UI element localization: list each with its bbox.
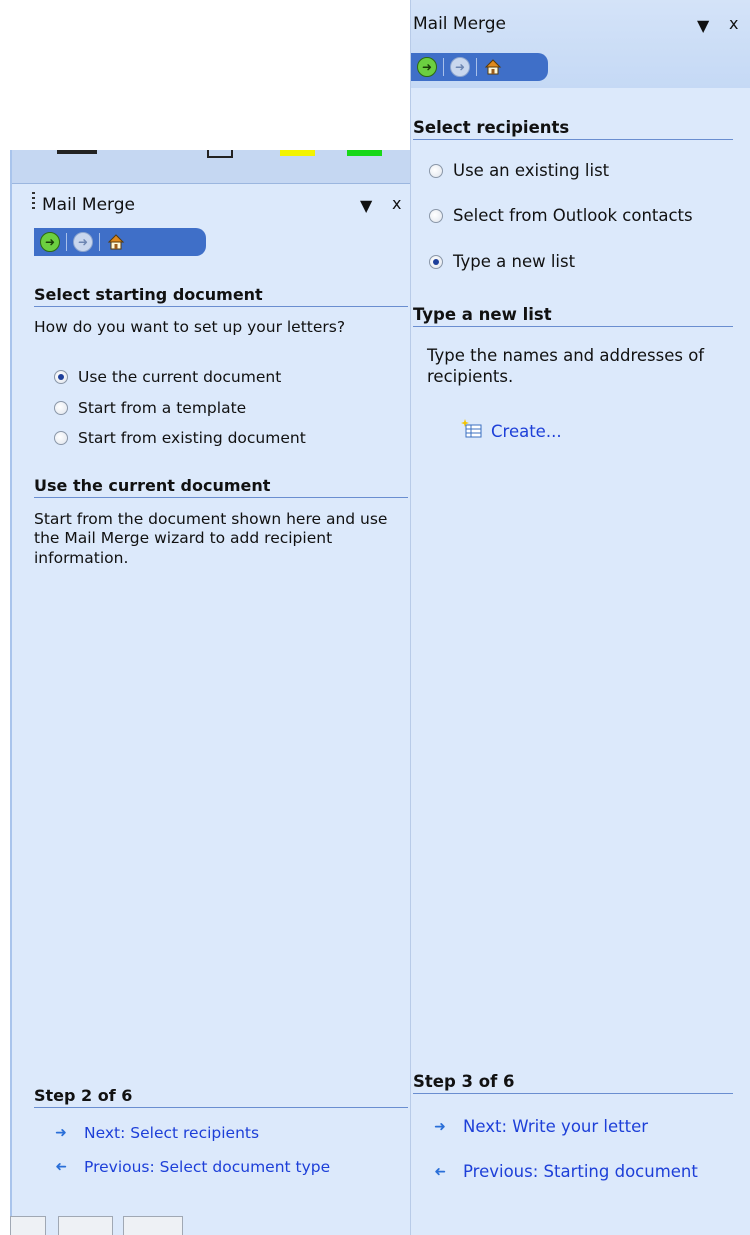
- option-label: Select from Outlook contacts: [453, 206, 693, 225]
- pane-dropdown-icon[interactable]: ▼: [360, 196, 372, 215]
- navigation-bar: ➜ ➜: [411, 53, 548, 81]
- left-arrow-icon: ➜: [55, 1159, 67, 1175]
- step-indicator: Step 3 of 6: [413, 1072, 733, 1094]
- option-start-from-existing[interactable]: Start from existing document: [54, 429, 306, 447]
- close-icon[interactable]: x: [729, 14, 738, 33]
- font-color-swatch[interactable]: [347, 150, 382, 156]
- forward-arrow-icon[interactable]: ➜: [73, 232, 93, 252]
- step-indicator: Step 2 of 6: [34, 1086, 408, 1108]
- highlight-color-swatch[interactable]: [280, 150, 315, 156]
- separator: [99, 233, 100, 251]
- link-label[interactable]: Create...: [491, 422, 562, 441]
- pane-grip-handle[interactable]: [32, 192, 35, 210]
- option-outlook-contacts[interactable]: Select from Outlook contacts: [429, 206, 693, 225]
- navigation-bar: ➜ ➜: [34, 228, 206, 256]
- pane-title: Mail Merge: [413, 14, 507, 34]
- back-arrow-icon[interactable]: ➜: [40, 232, 60, 252]
- pane-title: Mail Merge: [42, 195, 136, 215]
- separator: [443, 58, 444, 76]
- radio-button[interactable]: [54, 401, 68, 415]
- separator: [476, 58, 477, 76]
- radio-button[interactable]: [429, 163, 443, 178]
- left-task-pane: Mail Merge ▼ x ➜ ➜ Select starting docum…: [10, 150, 412, 1235]
- section-heading: Select starting document: [34, 285, 408, 307]
- close-icon[interactable]: x: [392, 194, 401, 213]
- previous-step-link[interactable]: ➜ Previous: Starting document: [431, 1162, 698, 1181]
- link-label[interactable]: Previous: Select document type: [84, 1158, 330, 1176]
- section-description: Start from the document shown here and u…: [34, 510, 388, 567]
- status-bar-segment: [58, 1216, 113, 1235]
- link-label[interactable]: Previous: Starting document: [463, 1162, 698, 1181]
- previous-step-link[interactable]: ➜ Previous: Select document type: [52, 1158, 330, 1176]
- right-arrow-icon: ➜: [434, 1118, 446, 1135]
- option-label: Start from existing document: [78, 429, 306, 447]
- link-label[interactable]: Next: Write your letter: [463, 1117, 648, 1136]
- option-type-new-list[interactable]: Type a new list: [429, 252, 575, 271]
- radio-button[interactable]: [54, 370, 68, 384]
- create-list-link[interactable]: Create...: [461, 418, 562, 444]
- right-task-pane: Mail Merge ▼ x ➜ ➜ Select recipients Use…: [410, 0, 750, 1235]
- status-bar-segment: [10, 1216, 46, 1235]
- back-arrow-icon[interactable]: ➜: [417, 57, 437, 77]
- section-heading: Select recipients: [413, 118, 733, 140]
- pane-dropdown-icon[interactable]: ▼: [697, 16, 709, 35]
- home-icon[interactable]: [483, 57, 503, 77]
- option-use-current-document[interactable]: Use the current document: [54, 368, 281, 386]
- option-label: Start from a template: [78, 399, 247, 417]
- left-arrow-icon: ➜: [434, 1163, 446, 1180]
- section-heading: Type a new list: [413, 305, 733, 327]
- setup-question: How do you want to set up your letters?: [34, 318, 346, 336]
- radio-button[interactable]: [54, 431, 68, 445]
- status-bar-segment: [123, 1216, 183, 1235]
- option-start-from-template[interactable]: Start from a template: [54, 399, 246, 417]
- link-label[interactable]: Next: Select recipients: [84, 1124, 259, 1142]
- section-heading: Use the current document: [34, 476, 408, 498]
- next-step-link[interactable]: ➜ Next: Write your letter: [431, 1117, 648, 1136]
- option-label: Type a new list: [453, 252, 576, 271]
- right-arrow-icon: ➜: [55, 1125, 67, 1141]
- next-step-link[interactable]: ➜ Next: Select recipients: [52, 1124, 259, 1142]
- radio-button[interactable]: [429, 208, 443, 223]
- option-label: Use an existing list: [453, 161, 610, 180]
- toolbar-fragment: [207, 150, 233, 158]
- separator: [66, 233, 67, 251]
- toolbar-fragment: [57, 150, 97, 154]
- option-label: Use the current document: [78, 368, 282, 386]
- radio-button[interactable]: [429, 254, 443, 269]
- home-icon[interactable]: [106, 232, 126, 252]
- new-list-icon: [461, 418, 483, 444]
- section-description: Type the names and addresses of recipien…: [427, 346, 705, 386]
- forward-arrow-icon[interactable]: ➜: [450, 57, 470, 77]
- option-use-existing-list[interactable]: Use an existing list: [429, 161, 609, 180]
- toolbar-strip: [12, 150, 412, 184]
